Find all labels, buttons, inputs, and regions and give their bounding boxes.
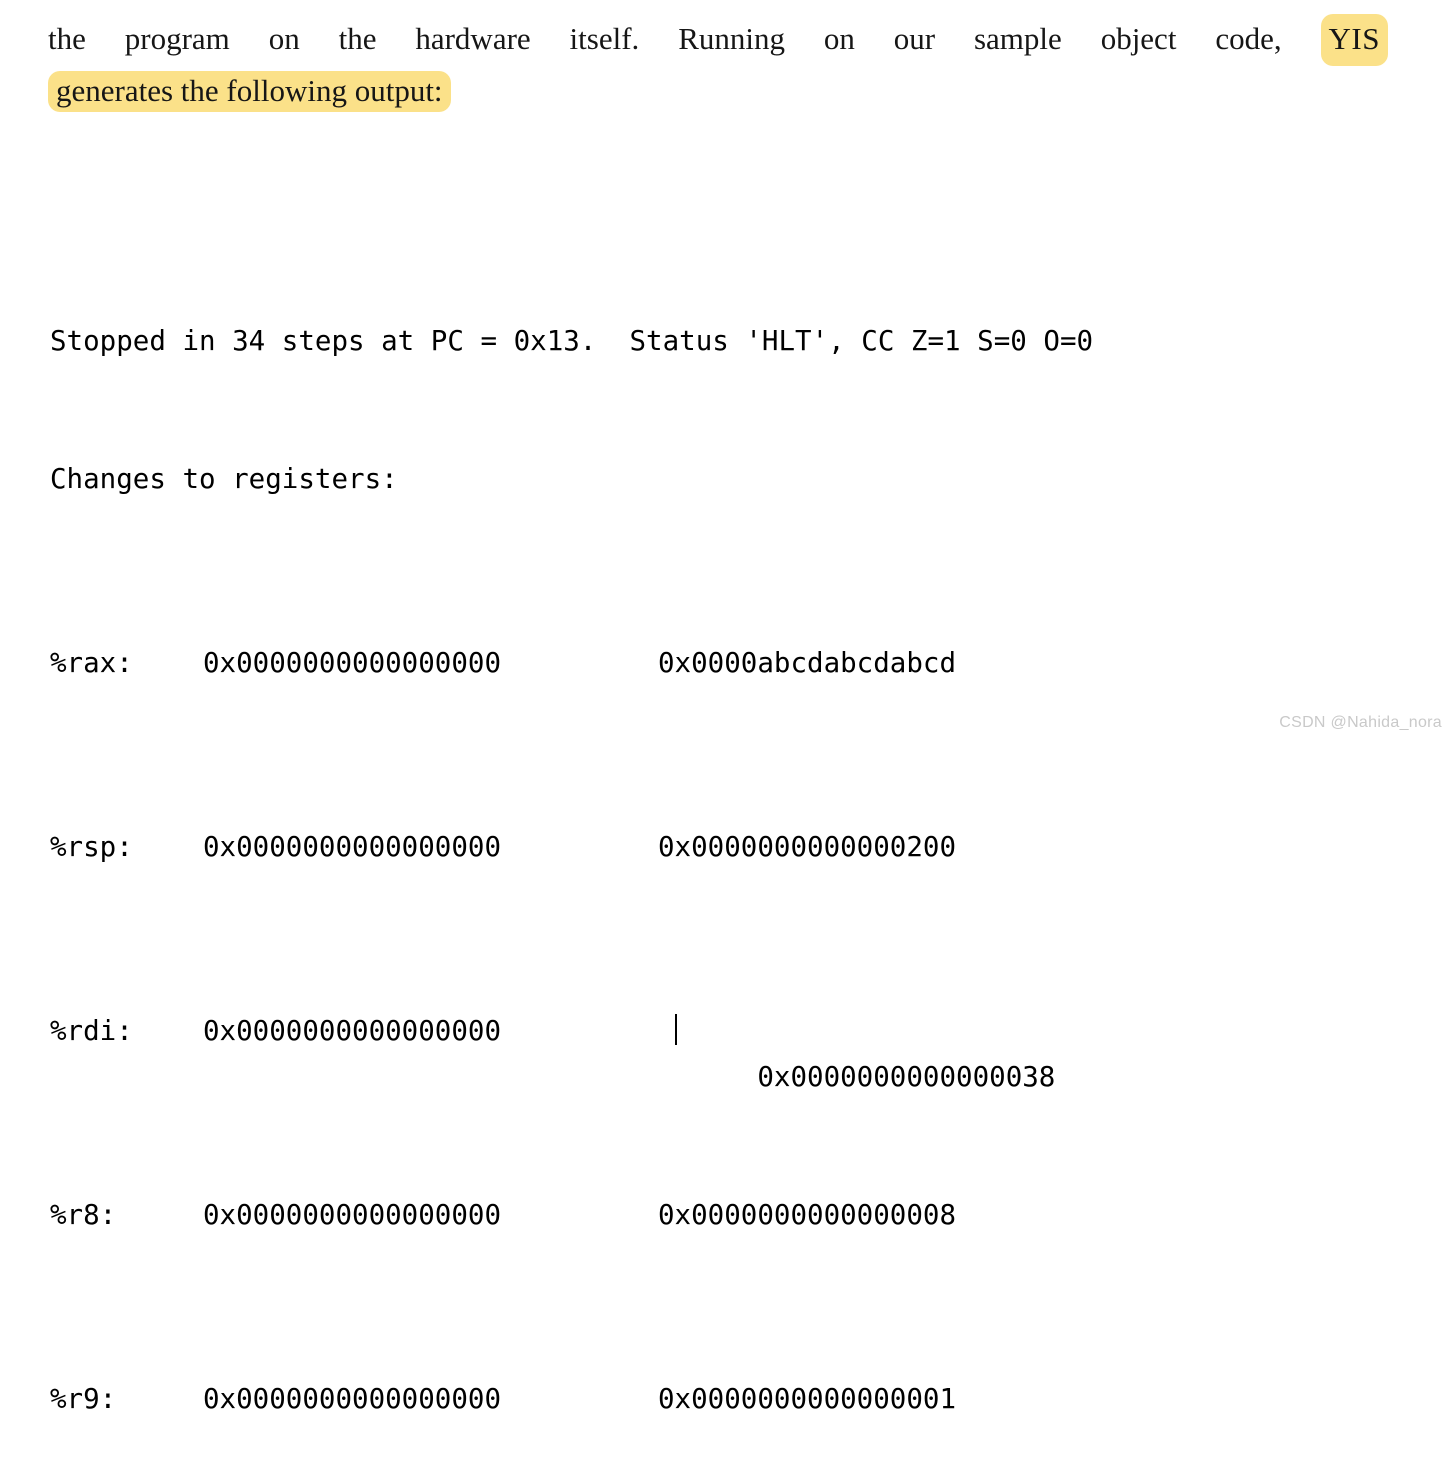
register-row: %rax: 0x0000000000000000 0x0000abcdabcda… xyxy=(50,640,1093,686)
word: Running xyxy=(678,21,785,56)
simulator-output-block: Stopped in 34 steps at PC = 0x13. Status… xyxy=(50,180,1093,1480)
register-new-value: 0x0000000000000001 xyxy=(658,1383,957,1415)
registers-header: Changes to registers: xyxy=(50,463,398,495)
body-paragraph: the program on the hardware itself. Runn… xyxy=(48,14,1388,114)
watermark: CSDN @Nahida_nora xyxy=(1279,714,1442,731)
word: itself. xyxy=(569,21,640,56)
word: on xyxy=(268,21,300,56)
register-row: %r8: 0x0000000000000000 0x00000000000000… xyxy=(50,1192,1093,1238)
paragraph-line-1: the program on the hardware itself. Runn… xyxy=(48,14,1388,66)
register-old-value: 0x0000000000000000 xyxy=(203,1199,502,1231)
paragraph-line-2: generates the following output: xyxy=(48,68,1388,114)
register-row: %rdi: 0x0000000000000000 0x0000000000000… xyxy=(50,1008,1093,1093)
register-name: %rax: xyxy=(50,647,133,679)
register-row: %r9: 0x0000000000000000 0x00000000000000… xyxy=(50,1376,1093,1422)
register-new-value: 0x0000abcdabcdabcd xyxy=(658,647,957,679)
text-cursor-caret xyxy=(675,1014,677,1045)
register-name: %r9: xyxy=(50,1383,117,1415)
register-name: %r8: xyxy=(50,1199,117,1231)
register-old-value: 0x0000000000000000 xyxy=(203,647,502,679)
register-name: %rdi: xyxy=(50,1015,133,1047)
highlighted-phrase: generates the following output: xyxy=(48,71,451,112)
register-name: %rsp: xyxy=(50,831,133,863)
word: program xyxy=(124,21,230,56)
register-old-value: 0x0000000000000000 xyxy=(203,831,502,863)
register-new-value: 0x0000000000000038 xyxy=(658,1008,1055,1192)
word: our xyxy=(893,21,936,56)
word: the xyxy=(338,21,377,56)
word: on xyxy=(823,21,855,56)
word: sample xyxy=(973,21,1062,56)
word: object xyxy=(1100,21,1177,56)
word: hardware xyxy=(415,21,531,56)
register-new-value-text: 0x0000000000000038 xyxy=(757,1061,1056,1093)
register-new-value: 0x0000000000000200 xyxy=(658,831,957,863)
register-old-value: 0x0000000000000000 xyxy=(203,1383,502,1415)
status-line: Stopped in 34 steps at PC = 0x13. Status… xyxy=(50,325,1094,357)
register-old-value: 0x0000000000000000 xyxy=(203,1015,502,1047)
word: code, xyxy=(1215,21,1282,56)
highlighted-tool-name: YIS xyxy=(1320,14,1388,66)
register-row: %rsp: 0x0000000000000000 0x0000000000000… xyxy=(50,824,1093,870)
register-new-value: 0x0000000000000008 xyxy=(658,1199,957,1231)
word: the xyxy=(48,21,86,56)
